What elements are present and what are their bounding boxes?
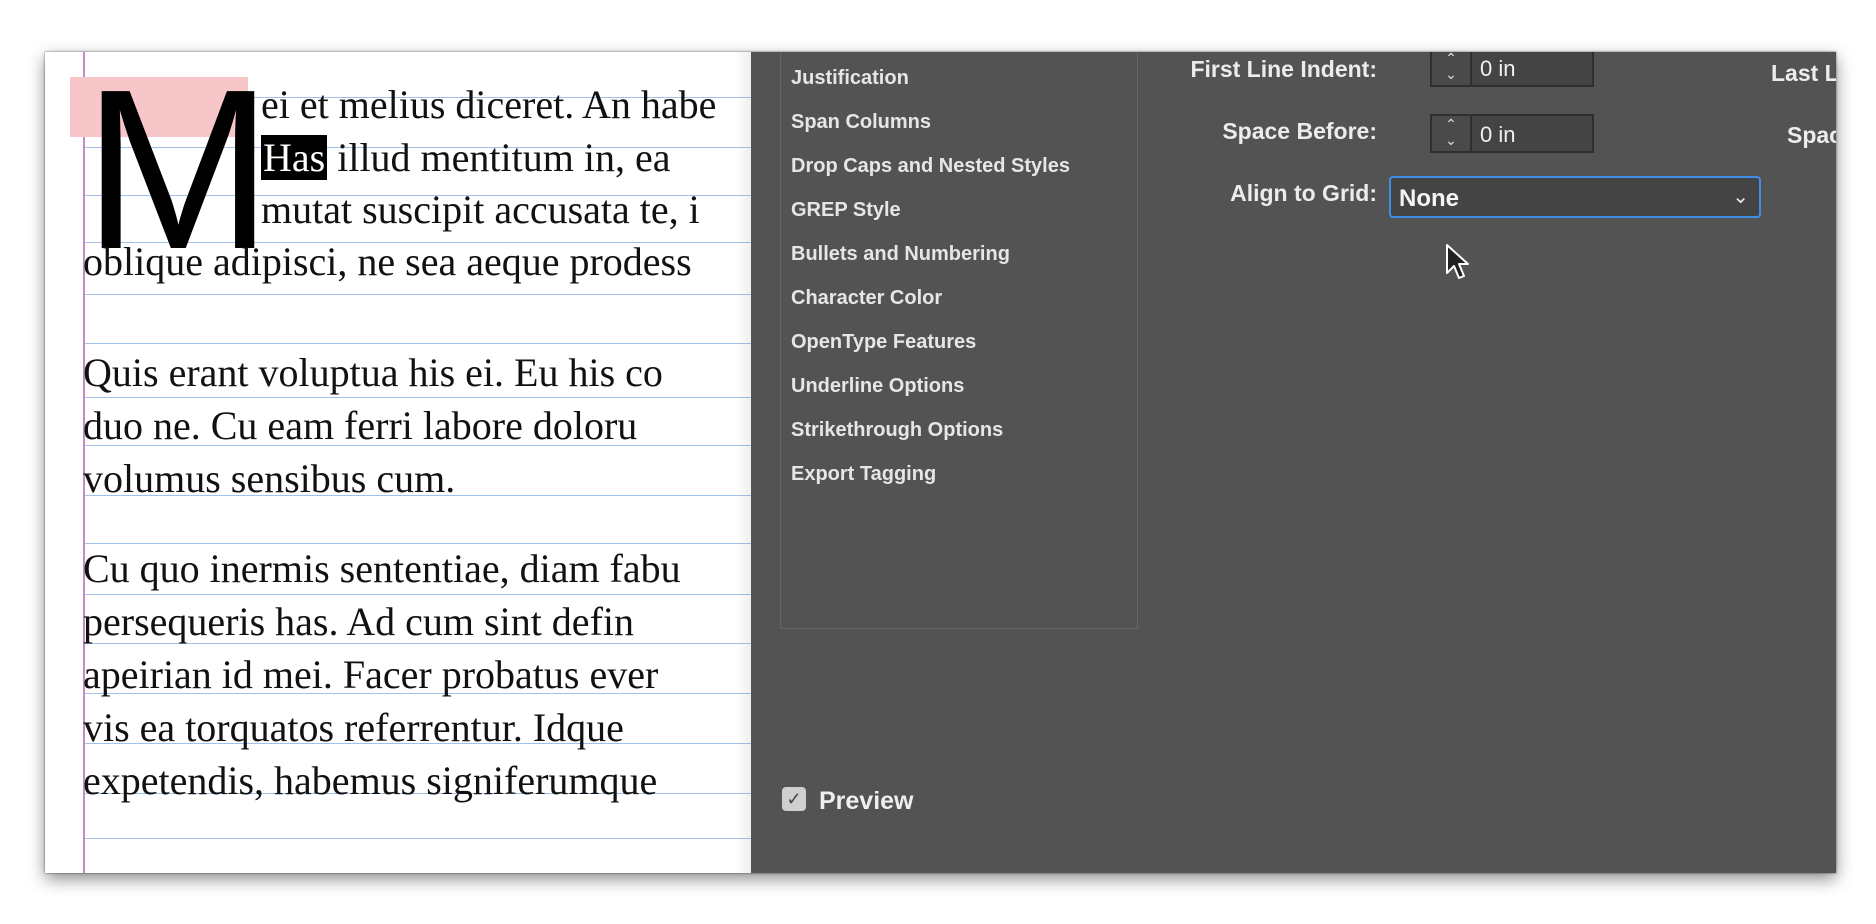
baseline-grid-line <box>85 838 805 839</box>
first-line-indent-input[interactable]: 0 in <box>1470 52 1594 87</box>
body-text-line[interactable]: Has illud mentitum in, ea <box>261 135 671 181</box>
category-bullets-numbering[interactable]: Bullets and Numbering <box>791 243 1010 266</box>
category-strikethrough-options[interactable]: Strikethrough Options <box>791 419 1003 442</box>
category-character-color[interactable]: Character Color <box>791 287 942 310</box>
body-text-line[interactable]: ei et melius diceret. An habe <box>261 82 716 128</box>
space-before-label: Space Before: <box>1222 118 1377 144</box>
chevron-down-icon[interactable]: ⌄ <box>1432 132 1470 148</box>
category-grep-style[interactable]: GREP Style <box>791 199 901 222</box>
baseline-grid-line <box>85 594 805 595</box>
category-drop-caps-nested-styles[interactable]: Drop Caps and Nested Styles <box>791 155 1070 178</box>
space-before-stepper[interactable]: ⌃ ⌄ <box>1430 114 1470 153</box>
body-text-line[interactable]: persequeris has. Ad cum sint defin <box>83 599 634 645</box>
baseline-grid-line <box>85 543 805 544</box>
preview-checkbox[interactable]: ✓ <box>782 787 806 811</box>
align-to-grid-label: Align to Grid: <box>1230 180 1377 206</box>
chevron-up-icon[interactable]: ⌃ <box>1432 52 1470 66</box>
align-to-grid-value: None <box>1399 185 1459 212</box>
category-opentype-features[interactable]: OpenType Features <box>791 331 976 354</box>
body-text-line[interactable]: oblique adipisci, ne sea aeque prodess <box>83 239 692 285</box>
body-text-line[interactable]: Quis erant voluptua his ei. Eu his co <box>83 350 663 396</box>
body-text-line[interactable]: duo ne. Cu eam ferri labore doloru <box>83 403 637 449</box>
mouse-cursor-icon <box>1446 244 1469 279</box>
document-page[interactable]: M ei et melius diceret. An habe Has illu… <box>45 52 805 873</box>
category-underline-options[interactable]: Underline Options <box>791 375 964 398</box>
category-span-columns[interactable]: Span Columns <box>791 111 931 134</box>
chevron-down-icon: ⌄ <box>1732 186 1749 208</box>
category-export-tagging[interactable]: Export Tagging <box>791 463 936 486</box>
space-after-label: Spac <box>1787 122 1836 148</box>
last-line-indent-label: Last Line <box>1771 60 1836 86</box>
selected-word[interactable]: Has <box>261 135 328 180</box>
first-line-indent-label: First Line Indent: <box>1190 56 1377 82</box>
category-list: Justification Span Columns Drop Caps and… <box>780 52 1138 629</box>
body-text-fragment[interactable]: illud mentitum in, ea <box>337 135 670 180</box>
align-to-grid-select[interactable]: None ⌄ <box>1389 176 1761 218</box>
space-before-input[interactable]: 0 in <box>1470 114 1594 153</box>
body-text-line[interactable]: mutat suscipit accusata te, i <box>261 187 700 233</box>
body-text-line[interactable]: apeirian id mei. Facer probatus ever <box>83 652 658 698</box>
body-text-line[interactable]: Cu quo inermis sententiae, diam fabu <box>83 546 681 592</box>
paragraph-style-options-dialog: Justification Span Columns Drop Caps and… <box>751 52 1836 873</box>
body-text-line[interactable]: expetendis, habemus signiferumque <box>83 758 657 804</box>
chevron-up-icon[interactable]: ⌃ <box>1432 116 1470 132</box>
preview-label: Preview <box>819 787 914 815</box>
chevron-down-icon[interactable]: ⌄ <box>1432 66 1470 82</box>
body-text-line[interactable]: vis ea torquatos referrentur. Idque <box>83 705 624 751</box>
baseline-grid-line <box>85 397 805 398</box>
baseline-grid-line <box>85 343 805 344</box>
category-justification[interactable]: Justification <box>791 67 909 90</box>
body-text-line[interactable]: volumus sensibus cum. <box>83 456 455 502</box>
first-line-indent-stepper[interactable]: ⌃ ⌄ <box>1430 52 1470 87</box>
app-window: M ei et melius diceret. An habe Has illu… <box>45 52 1836 873</box>
